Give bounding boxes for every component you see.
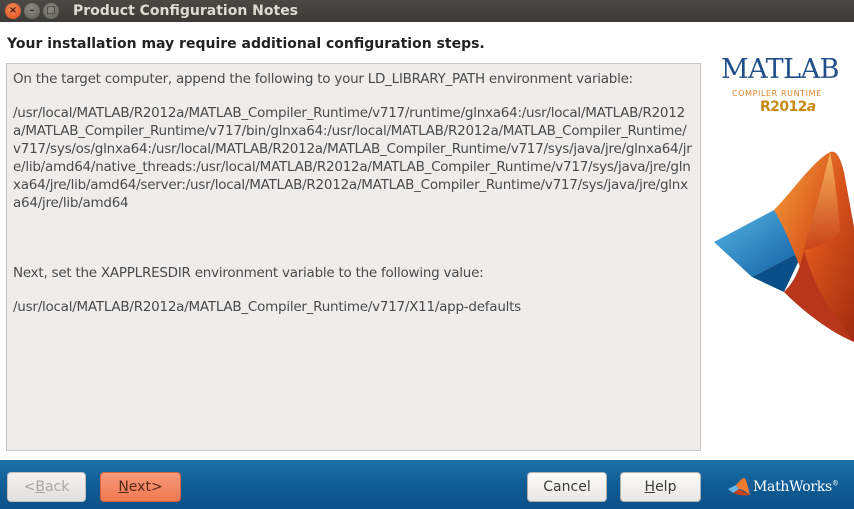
back-button[interactable]: < Back [7,472,86,502]
compiler-runtime-label: COMPILER RUNTIME [732,89,822,98]
window-maximize-icon[interactable]: □ [43,3,59,19]
ld-library-path-instruction: On the target computer, append the follo… [13,71,633,87]
release-label: R2012a [760,99,816,115]
window-title: Product Configuration Notes [73,3,299,19]
title-bar: × – □ Product Configuration Notes [0,0,854,22]
ld-library-path-value: /usr/local/MATLAB/R2012a/MATLAB_Compiler… [13,105,692,211]
button-bar: < Back Next > Cancel Help [0,460,854,509]
configuration-notes-text[interactable]: On the target computer, append the follo… [6,63,701,451]
product-branding: MATLAB COMPILER RUNTIME R2012a [708,22,854,460]
xapplresdir-value: /usr/local/MATLAB/R2012a/MATLAB_Compiler… [13,299,521,315]
cancel-button[interactable]: Cancel [527,472,607,502]
matlab-wordmark: MATLAB [721,54,839,85]
help-button[interactable]: Help [620,472,701,502]
next-button[interactable]: Next > [100,472,181,502]
mathworks-wordmark: MathWorks® [753,479,839,495]
window-minimize-icon[interactable]: – [24,3,40,19]
mathworks-logo: MathWorks® [728,476,839,498]
window-close-icon[interactable]: × [5,3,21,19]
main-panel: Your installation may require additional… [0,22,854,460]
xapplresdir-instruction: Next, set the XAPPLRESDIR environment va… [13,265,484,281]
matlab-membrane-logo [714,151,854,342]
mathworks-logo-icon [728,478,750,496]
page-heading: Your installation may require additional… [7,36,485,52]
